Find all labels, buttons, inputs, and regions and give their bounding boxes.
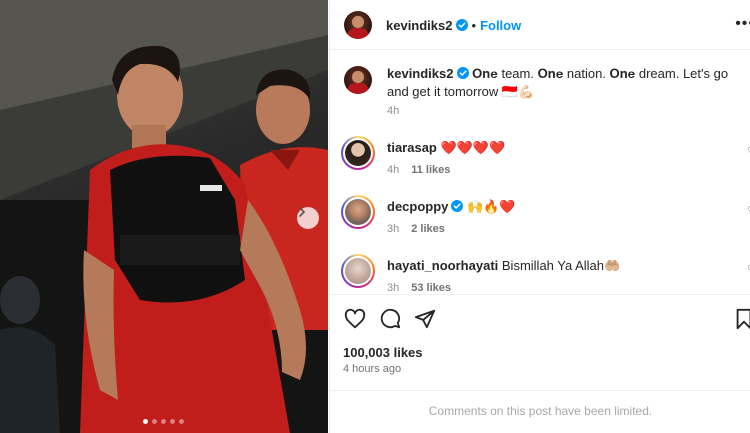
heart-icon[interactable]: [344, 308, 366, 330]
comment-username[interactable]: hayati_noorhayati: [387, 258, 498, 273]
comment-text: ❤️❤️❤️❤️: [440, 140, 506, 155]
verified-badge-icon: [456, 67, 469, 79]
header-separator: •: [471, 18, 477, 33]
comment-meta: 3h 53 likes: [387, 282, 451, 294]
comment-icon[interactable]: [379, 308, 401, 330]
comment-time: 4h: [387, 164, 400, 176]
comment-likes[interactable]: 53 likes: [411, 282, 451, 294]
likes-count[interactable]: 100,003 likes: [343, 345, 423, 360]
carousel-dot: [170, 419, 175, 424]
caption-avatar[interactable]: [344, 66, 372, 94]
comment-avatar[interactable]: [341, 195, 375, 229]
send-icon[interactable]: [414, 308, 436, 330]
carousel-dot: [143, 419, 148, 424]
comment-avatar[interactable]: [341, 136, 375, 170]
post-timestamp[interactable]: 4 hours ago: [343, 363, 401, 375]
chevron-right-icon: [299, 207, 306, 217]
carousel-indicator: [143, 419, 184, 424]
comment-time: 3h: [387, 223, 400, 235]
carousel-dot: [161, 419, 166, 424]
bookmark-icon[interactable]: [735, 308, 750, 330]
comments-limited-notice: Comments on this post have been limited.: [330, 390, 750, 433]
comment-likes[interactable]: 11 likes: [411, 164, 450, 176]
comment-username[interactable]: decpoppy: [387, 199, 448, 214]
follow-button[interactable]: Follow: [480, 18, 521, 33]
author-avatar[interactable]: [344, 11, 372, 39]
post-header: kevindiks2 •Follow •••: [330, 0, 750, 50]
author-line: kevindiks2 • Follow: [386, 17, 521, 35]
post-side-panel: kevindiks2 •Follow ••• kevindiks2 𝐎𝐧𝐞 te…: [329, 0, 750, 433]
comment-username[interactable]: tiarasap: [387, 140, 437, 155]
carousel-next-button[interactable]: [297, 207, 319, 229]
comment-meta: 3h 2 likes: [387, 223, 445, 235]
comment-avatar[interactable]: [341, 254, 375, 288]
comment-text: 🙌🔥❤️: [467, 199, 516, 214]
post-photo-illustration: [0, 0, 328, 433]
more-horizontal-icon[interactable]: •••: [735, 15, 750, 33]
comments-list: kevindiks2 𝐎𝐧𝐞 team. 𝐎𝐧𝐞 nation. 𝐎𝐧𝐞 dre…: [330, 51, 750, 294]
comment-likes[interactable]: 2 likes: [411, 223, 445, 235]
verified-badge-icon: [451, 200, 464, 212]
post-photo: [0, 0, 328, 433]
author-username[interactable]: kevindiks2: [386, 18, 453, 33]
comment-time: 3h: [387, 282, 400, 294]
post-actions-section: 100,003 likes 4 hours ago Comments on th…: [330, 294, 750, 433]
caption-body: kevindiks2 𝐎𝐧𝐞 team. 𝐎𝐧𝐞 nation. 𝐎𝐧𝐞 dre…: [387, 65, 743, 101]
caption-username[interactable]: kevindiks2: [387, 66, 454, 81]
carousel-dot: [152, 419, 157, 424]
comment-text: Bismillah Ya Allah🤲🏼: [501, 258, 621, 273]
comment-body: decpoppy 🙌🔥❤️: [387, 198, 516, 216]
comment-body: tiarasap ❤️❤️❤️❤️: [387, 139, 505, 157]
comment-meta: 4h 11 likes: [387, 164, 450, 176]
caption-time: 4h: [387, 105, 400, 117]
verified-badge-icon: [455, 19, 468, 31]
carousel-dot: [179, 419, 184, 424]
comment-body: hayati_noorhayati Bismillah Ya Allah🤲🏼: [387, 257, 620, 275]
